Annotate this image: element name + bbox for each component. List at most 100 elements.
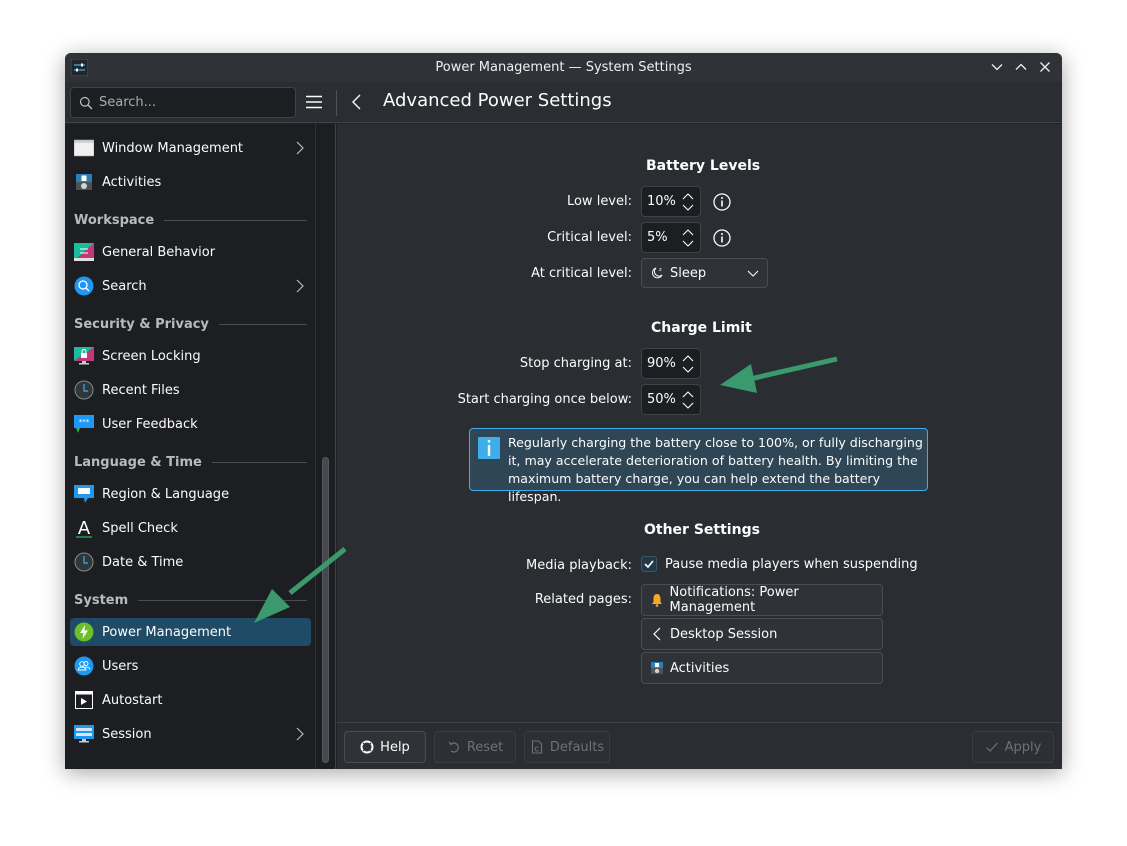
at-critical-level-dropdown[interactable]: z Sleep	[641, 258, 768, 288]
window-title: Power Management — System Settings	[435, 60, 692, 75]
spin-arrows-icon[interactable]	[681, 191, 695, 213]
pause-media-checkbox-row[interactable]: Pause media players when suspending	[641, 556, 918, 572]
info-icon	[478, 437, 500, 459]
sidebar-item-date-time[interactable]: Date & Time	[70, 548, 311, 576]
svg-text:A: A	[78, 518, 91, 538]
chevron-right-icon	[296, 141, 304, 155]
window-management-icon	[74, 138, 94, 158]
help-button[interactable]: Help	[344, 731, 426, 763]
search-field[interactable]	[70, 87, 296, 118]
sidebar-item-spell-check[interactable]: A Spell Check	[70, 514, 311, 542]
related-page-activities-button[interactable]: Activities	[641, 652, 883, 684]
at-critical-level-label: At critical level:	[531, 266, 632, 281]
sidebar-item-activities[interactable]: Activities	[70, 168, 311, 196]
sidebar-item-general-behavior[interactable]: General Behavior	[70, 238, 311, 266]
critical-level-spinbox[interactable]: 5%	[641, 222, 701, 253]
sidebar-item-session[interactable]: Session	[70, 720, 311, 748]
other-settings-heading: Other Settings	[644, 522, 760, 538]
help-lifebuoy-icon	[360, 740, 374, 754]
region-icon	[74, 484, 94, 504]
undo-icon	[448, 741, 459, 753]
checkmark-icon	[985, 742, 998, 752]
document-revert-icon	[531, 740, 542, 754]
footer-button-bar: Help Reset Defaults Apply	[337, 722, 1062, 769]
low-level-info-icon[interactable]	[712, 192, 732, 212]
critical-level-label: Critical level:	[547, 230, 632, 245]
spin-arrows-icon[interactable]	[681, 353, 695, 375]
feedback-icon: ***	[74, 414, 94, 434]
users-icon	[74, 656, 94, 676]
chevron-down-icon	[747, 270, 759, 277]
close-icon	[1040, 62, 1050, 72]
section-header-workspace: Workspace	[74, 211, 307, 229]
sidebar-item-search[interactable]: Search	[70, 272, 311, 300]
related-page-desktop-session-button[interactable]: Desktop Session	[641, 618, 883, 650]
section-header-system: System	[74, 591, 307, 609]
low-level-label: Low level:	[566, 194, 632, 209]
system-settings-app-icon	[71, 59, 88, 76]
system-settings-window: Power Management — System Settings Advan…	[65, 53, 1062, 769]
minimize-button[interactable]	[988, 58, 1006, 76]
activities-icon	[649, 660, 665, 676]
critical-level-info-icon[interactable]	[712, 228, 732, 248]
search-icon	[74, 276, 94, 296]
section-header-language-time: Language & Time	[74, 453, 307, 471]
start-charging-label: Start charging once below:	[457, 392, 632, 407]
page-title: Advanced Power Settings	[383, 90, 612, 111]
toolbar: Advanced Power Settings	[65, 82, 1062, 123]
spin-arrows-icon[interactable]	[681, 389, 695, 411]
maximize-button[interactable]	[1012, 58, 1030, 76]
stop-charging-spinbox[interactable]: 90%	[641, 348, 701, 379]
svg-text:***: ***	[79, 418, 90, 426]
charge-limit-info-message: Regularly charging the battery close to …	[469, 428, 928, 504]
info-message-text: Regularly charging the battery close to …	[508, 435, 923, 504]
sidebar-item-region-language[interactable]: Region & Language	[70, 480, 311, 508]
sidebar-item-user-feedback[interactable]: *** User Feedback	[70, 410, 311, 438]
power-icon	[74, 622, 94, 642]
spell-check-icon: A	[74, 518, 94, 538]
toolbar-divider	[336, 90, 337, 116]
reset-button[interactable]: Reset	[434, 731, 516, 763]
sleep-icon: z	[652, 267, 663, 279]
defaults-button[interactable]: Defaults	[524, 731, 610, 763]
apply-button[interactable]: Apply	[972, 731, 1054, 763]
svg-text:z: z	[659, 267, 662, 273]
activities-icon	[74, 172, 94, 192]
clock-icon	[74, 552, 94, 572]
charge-limit-heading: Charge Limit	[651, 320, 752, 336]
start-charging-spinbox[interactable]: 50%	[641, 384, 701, 415]
low-level-spinbox[interactable]: 10%	[641, 186, 701, 217]
search-icon	[79, 96, 93, 109]
session-icon	[74, 724, 94, 744]
sidebar-scrollbar-thumb[interactable]	[322, 457, 329, 763]
chevron-right-icon	[296, 279, 304, 293]
chevron-down-icon	[991, 64, 1003, 71]
related-page-notifications-button[interactable]: Notifications: Power Management	[641, 584, 883, 616]
hamburger-menu-icon[interactable]	[305, 93, 323, 111]
clock-icon	[74, 380, 94, 400]
back-button[interactable]	[349, 93, 365, 111]
title-bar: Power Management — System Settings	[65, 53, 1062, 82]
sidebar-item-recent-files[interactable]: Recent Files	[70, 376, 311, 404]
sidebar-item-power-management[interactable]: Power Management	[70, 618, 311, 646]
sidebar-item-users[interactable]: Users	[70, 652, 311, 680]
pause-media-checkbox[interactable]	[641, 556, 657, 572]
spin-arrows-icon[interactable]	[681, 227, 695, 249]
chevron-left-icon	[649, 626, 665, 642]
search-input[interactable]	[99, 95, 279, 110]
sidebar-item-screen-locking[interactable]: Screen Locking	[70, 342, 311, 370]
bell-icon	[649, 592, 665, 608]
related-pages-label: Related pages:	[534, 592, 632, 607]
close-button[interactable]	[1036, 58, 1054, 76]
checkmark-icon	[644, 560, 654, 569]
autostart-icon	[74, 690, 94, 710]
section-header-security-privacy: Security & Privacy	[74, 315, 307, 333]
screen-locking-icon	[74, 346, 94, 366]
sidebar-scrollbar[interactable]	[315, 124, 336, 769]
media-playback-label: Media playback:	[526, 558, 632, 573]
sidebar-item-window-management[interactable]: Window Management	[70, 134, 311, 162]
sidebar-item-autostart[interactable]: Autostart	[70, 686, 311, 714]
chevron-right-icon	[296, 727, 304, 741]
stop-charging-label: Stop charging at:	[519, 356, 632, 371]
general-behavior-icon	[74, 242, 94, 262]
